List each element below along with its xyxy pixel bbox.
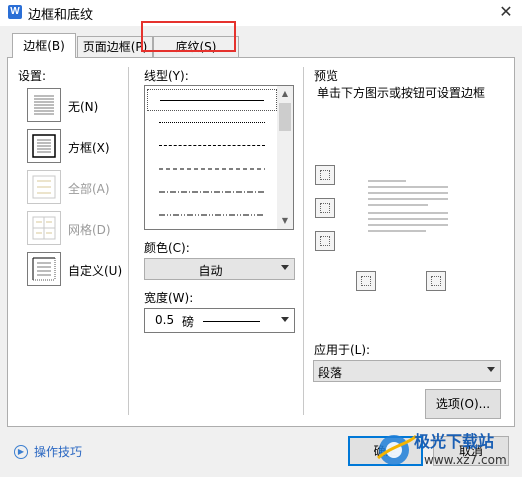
chevron-down-icon bbox=[281, 265, 289, 270]
line-style-list[interactable]: ▲ ▼ bbox=[144, 85, 294, 230]
tips-icon[interactable]: ▶ bbox=[14, 445, 28, 459]
close-icon[interactable]: ✕ bbox=[497, 3, 515, 21]
preview-text-line bbox=[368, 218, 448, 220]
apply-to-label: 应用于(L): bbox=[314, 343, 371, 357]
line-style-solid[interactable] bbox=[147, 89, 277, 111]
svg-text:www.xz7.com: www.xz7.com bbox=[424, 453, 507, 467]
separator-left bbox=[128, 67, 129, 415]
right-border-button[interactable] bbox=[426, 271, 446, 291]
scroll-down-icon[interactable]: ▼ bbox=[277, 213, 293, 229]
inner-horizontal-border-button[interactable] bbox=[315, 198, 335, 218]
settings-heading: 设置: bbox=[18, 69, 47, 83]
preview-text-line bbox=[368, 224, 448, 226]
highlight-box bbox=[141, 21, 236, 52]
top-border-button[interactable] bbox=[315, 165, 335, 185]
preview-text-line bbox=[368, 230, 426, 232]
line-style-dash-dot[interactable] bbox=[147, 181, 277, 203]
preview-text-line bbox=[368, 204, 428, 206]
chevron-down-icon bbox=[487, 367, 495, 372]
border-all-icon bbox=[27, 170, 61, 204]
apply-to-value: 段落 bbox=[318, 366, 343, 380]
width-value: 0.5 bbox=[155, 313, 175, 327]
preview-text-line bbox=[368, 186, 448, 188]
svg-text:极光下载站: 极光下载站 bbox=[414, 432, 494, 451]
color-label: 颜色(C): bbox=[144, 241, 190, 255]
left-border-button[interactable] bbox=[356, 271, 376, 291]
tab-borders[interactable]: 边框(B) bbox=[12, 33, 76, 58]
preview-hint: 单击下方图示或按钮可设置边框 bbox=[317, 86, 486, 100]
bottom-border-button[interactable] bbox=[315, 231, 335, 251]
setting-box-label[interactable]: 方框(X) bbox=[68, 139, 110, 156]
setting-none-label[interactable]: 无(N) bbox=[68, 98, 98, 115]
window-title: 边框和底纹 bbox=[28, 8, 94, 23]
border-none-icon[interactable] bbox=[27, 88, 61, 122]
line-style-scrollbar[interactable]: ▲ ▼ bbox=[277, 86, 293, 229]
tips-link[interactable]: 操作技巧 bbox=[34, 443, 82, 460]
wps-writer-icon: W bbox=[8, 5, 22, 19]
chevron-down-icon bbox=[281, 317, 289, 322]
line-style-dense-dashed[interactable] bbox=[147, 135, 277, 157]
preview-title: 预览 bbox=[314, 69, 339, 83]
setting-all-label: 全部(A) bbox=[68, 182, 110, 196]
preview-text-line bbox=[368, 212, 448, 214]
preview-text-line bbox=[368, 192, 448, 194]
width-select[interactable]: 0.5 磅 bbox=[144, 308, 295, 333]
setting-custom-label[interactable]: 自定义(U) bbox=[68, 262, 122, 279]
width-unit: 磅 bbox=[182, 315, 195, 329]
line-style-dashed[interactable] bbox=[147, 158, 277, 180]
site-watermark-logo: 极光下载站 www.xz7.com bbox=[377, 432, 507, 467]
preview-text-line bbox=[368, 180, 406, 182]
line-style-label: 线型(Y): bbox=[144, 69, 189, 83]
color-value: 自动 bbox=[198, 264, 223, 278]
separator-right bbox=[303, 67, 304, 415]
border-box-icon[interactable] bbox=[27, 129, 61, 163]
scroll-up-icon[interactable]: ▲ bbox=[277, 86, 293, 102]
apply-to-select[interactable]: 段落 bbox=[313, 360, 501, 382]
line-style-dotted[interactable] bbox=[147, 112, 277, 134]
preview-text-line bbox=[368, 198, 448, 200]
color-select[interactable]: 自动 bbox=[144, 258, 295, 280]
border-grid-icon bbox=[27, 211, 61, 245]
options-button[interactable]: 选项(O)... bbox=[425, 389, 501, 419]
width-label: 宽度(W): bbox=[144, 291, 194, 305]
scroll-thumb[interactable] bbox=[279, 103, 291, 131]
border-custom-icon[interactable] bbox=[27, 252, 61, 286]
line-style-dash-dot-dot[interactable] bbox=[147, 204, 277, 226]
width-line-sample bbox=[203, 321, 260, 322]
setting-grid-label: 网格(D) bbox=[68, 223, 111, 237]
